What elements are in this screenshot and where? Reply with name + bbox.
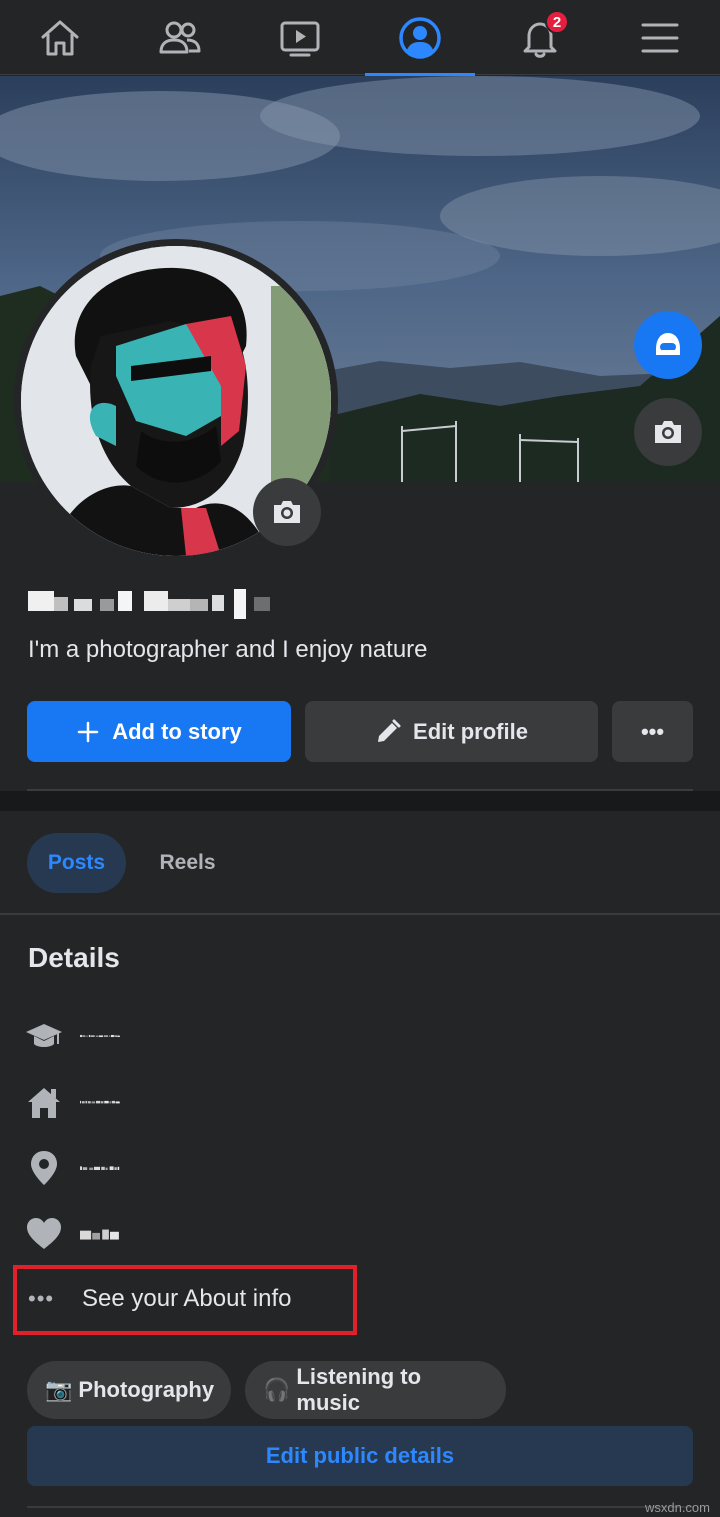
see-about-info-label: See your About info: [82, 1285, 292, 1312]
nav-profile[interactable]: [365, 0, 475, 76]
avatar-icon: [656, 333, 680, 355]
detail-row-relationship[interactable]: [24, 1214, 120, 1254]
see-about-info-link[interactable]: ••• See your About info: [28, 1279, 291, 1319]
redacted-relationship-text: [80, 1229, 119, 1240]
hobby-chip-photography[interactable]: 📷 Photography: [27, 1361, 231, 1419]
redacted-location-text: [80, 1166, 120, 1170]
camera-emoji-icon: 📷: [45, 1377, 73, 1402]
profile-icon: [399, 16, 441, 59]
edit-profile-button[interactable]: Edit profile: [305, 701, 598, 762]
profile-name-redacted: [28, 589, 270, 619]
nav-notifications[interactable]: 2: [485, 0, 595, 75]
edit-public-details-button[interactable]: Edit public details: [27, 1426, 693, 1486]
pencil-icon: [378, 719, 401, 742]
nav-watch[interactable]: [245, 0, 355, 75]
plus-icon: [77, 721, 99, 742]
tab-reels[interactable]: Reels: [140, 833, 235, 893]
video-icon: [280, 21, 320, 56]
divider: [0, 913, 720, 915]
profile-bio: I'm a photographer and I enjoy nature: [28, 636, 428, 663]
nav-home[interactable]: [5, 0, 115, 75]
tab-posts[interactable]: Posts: [27, 833, 126, 893]
heart-icon: [27, 1218, 61, 1249]
redacted-education-text: [80, 1034, 120, 1038]
education-icon: [26, 1024, 62, 1047]
add-to-story-label: Add to story: [112, 718, 242, 744]
more-options-button[interactable]: •••: [612, 701, 693, 762]
detail-row-location[interactable]: [24, 1148, 120, 1188]
hobby-label: Photography: [78, 1377, 215, 1402]
divider: [27, 1506, 693, 1508]
headphones-emoji-icon: 🎧: [263, 1377, 291, 1402]
top-navigation-bar: 2: [0, 0, 720, 76]
avatar-create-button[interactable]: [634, 311, 702, 379]
edit-profile-label: Edit profile: [413, 718, 528, 744]
nav-friends[interactable]: [125, 0, 235, 75]
location-pin-icon: [31, 1151, 57, 1185]
more-options-dots: •••: [640, 718, 665, 744]
camera-icon: [274, 501, 300, 523]
more-dots-icon: •••: [28, 1286, 55, 1311]
details-heading: Details: [28, 942, 120, 973]
watermark: wsxdn.com: [644, 1500, 710, 1515]
detail-row-home[interactable]: [24, 1082, 120, 1122]
nav-menu[interactable]: [605, 0, 715, 75]
hobby-label: Listening to music: [296, 1364, 422, 1415]
camera-icon: [655, 421, 681, 443]
home-icon: [28, 1088, 60, 1118]
add-to-story-button[interactable]: Add to story: [27, 701, 291, 762]
hamburger-icon: [641, 23, 679, 52]
notification-badge: 2: [545, 10, 569, 34]
edit-profile-picture-button[interactable]: [253, 478, 321, 546]
redacted-home-text: [80, 1100, 120, 1104]
section-gap: [0, 791, 720, 811]
hobby-chip-music[interactable]: 🎧 Listening to music: [245, 1361, 506, 1419]
detail-row-education[interactable]: [24, 1016, 120, 1056]
friends-icon: [159, 21, 201, 53]
home-icon: [41, 20, 79, 55]
edit-cover-photo-button[interactable]: [634, 398, 702, 466]
